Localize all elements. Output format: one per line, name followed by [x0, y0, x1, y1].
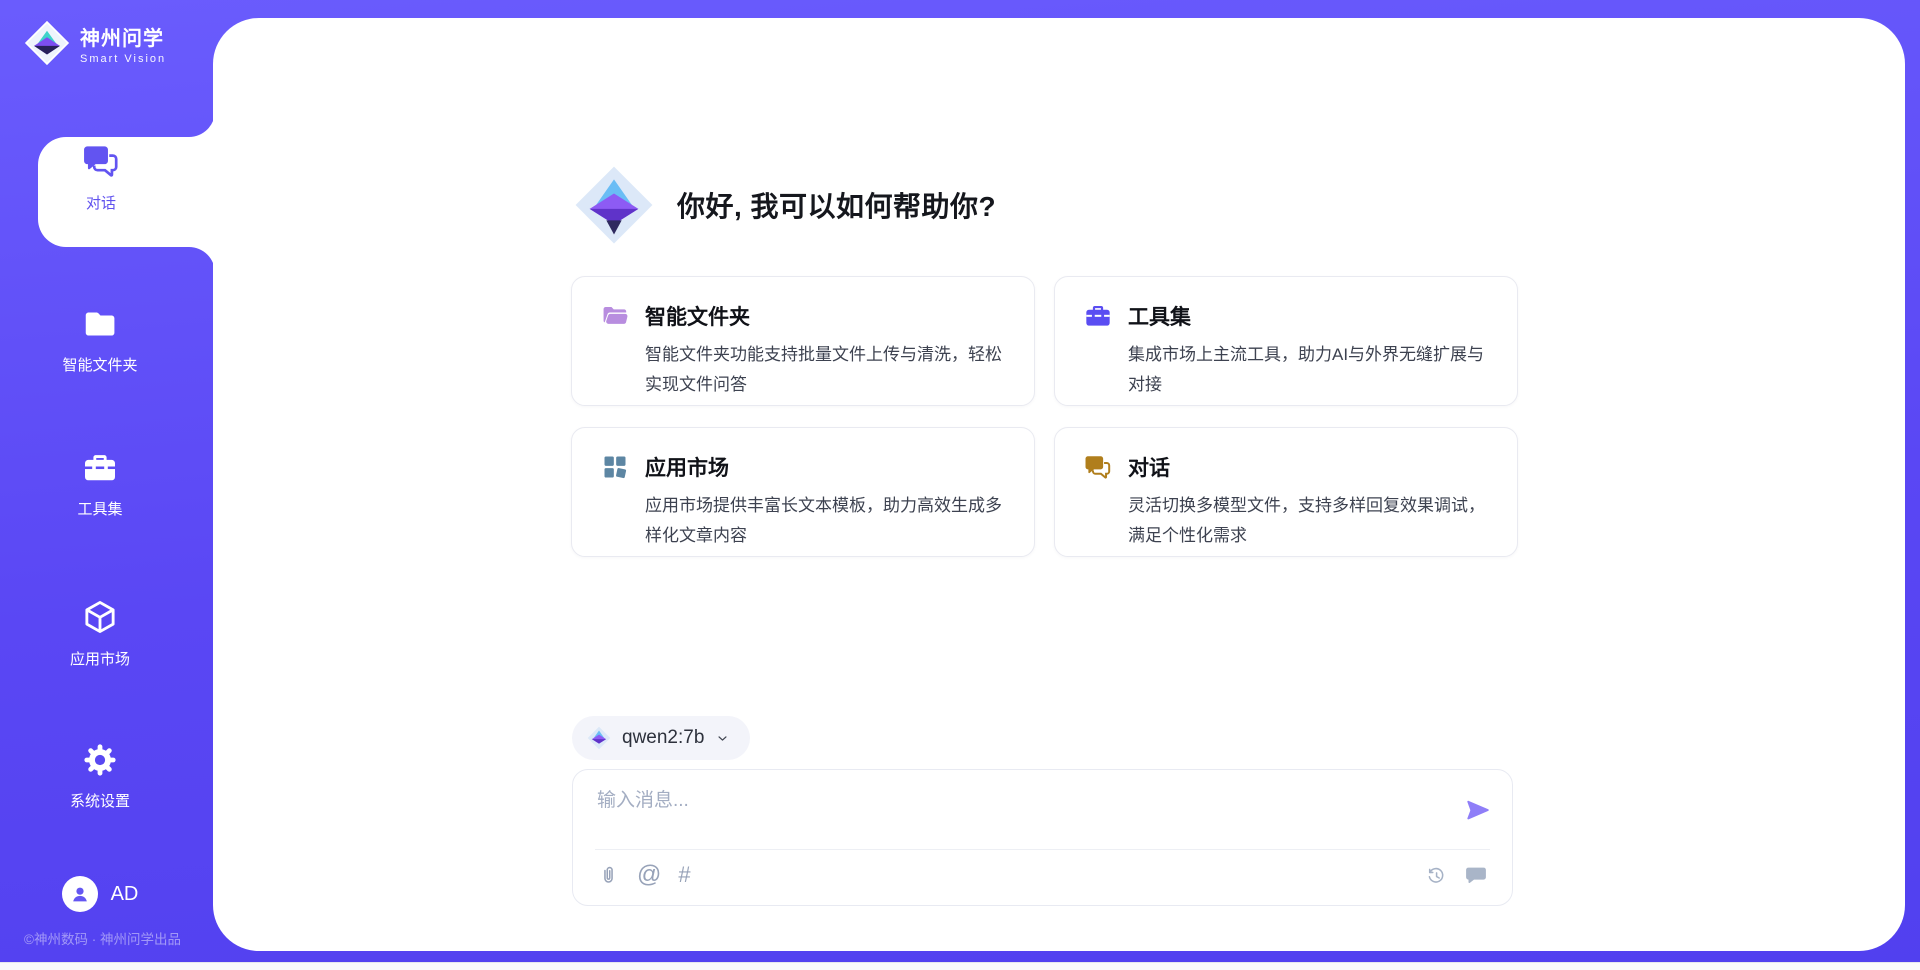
sidebar-item-label: 对话	[36, 192, 166, 213]
attachment-icon[interactable]	[597, 864, 620, 887]
main-content: 你好, 我可以如何帮助你? 智能文件夹 智能文件夹功能支持批量文件上传与清洗，轻…	[213, 18, 1905, 951]
card-title: 工具集	[1128, 301, 1191, 331]
sidebar-item-label: 系统设置	[0, 790, 200, 811]
horizontal-scrollbar[interactable]	[0, 962, 1920, 970]
brand-name: 神州问学	[80, 22, 166, 51]
sidebar-item-chat[interactable]: 对话	[36, 142, 166, 213]
card-description: 智能文件夹功能支持批量文件上传与清洗，轻松实现文件问答	[645, 340, 1008, 400]
card-title: 应用市场	[645, 452, 729, 482]
chat-icon	[1084, 453, 1112, 481]
sidebar-item-label: 应用市场	[0, 648, 200, 669]
chevron-down-icon	[715, 731, 730, 746]
card-description: 灵活切换多模型文件，支持多样回复效果调试，满足个性化需求	[1128, 491, 1491, 551]
card-description: 集成市场上主流工具，助力AI与外界无缝扩展与对接	[1128, 340, 1491, 400]
app-root: 神州问学 Smart Vision 对话 智能文件夹 工具集	[0, 0, 1920, 970]
briefcase-icon	[82, 450, 118, 486]
card-app-market[interactable]: 应用市场 应用市场提供丰富长文本模板，助力高效生成多样化文章内容	[571, 427, 1035, 557]
assistant-diamond-icon	[573, 164, 655, 246]
model-name: qwen2:7b	[622, 727, 704, 749]
hashtag-icon[interactable]: #	[678, 863, 690, 887]
brand-logo: 神州问学 Smart Vision	[24, 20, 166, 66]
card-toolset[interactable]: 工具集 集成市场上主流工具，助力AI与外界无缝扩展与对接	[1054, 276, 1518, 406]
sidebar-item-label: 工具集	[0, 498, 200, 519]
history-icon[interactable]	[1425, 864, 1448, 887]
sidebar-item-app-market[interactable]: 应用市场	[0, 598, 200, 669]
card-title: 智能文件夹	[645, 301, 750, 331]
sidebar-item-toolset[interactable]: 工具集	[0, 450, 200, 519]
mention-icon[interactable]: @	[637, 863, 661, 887]
card-title: 对话	[1128, 452, 1170, 482]
cube-icon	[81, 598, 119, 636]
user-profile[interactable]: AD	[0, 876, 200, 912]
sidebar-item-label: 智能文件夹	[0, 354, 200, 375]
hero: 你好, 我可以如何帮助你?	[573, 164, 996, 246]
user-name: AD	[111, 883, 139, 906]
user-avatar-icon	[68, 882, 92, 906]
send-icon[interactable]	[1464, 796, 1492, 824]
sidebar-item-smart-folder[interactable]: 智能文件夹	[0, 306, 200, 375]
card-smart-folder[interactable]: 智能文件夹 智能文件夹功能支持批量文件上传与清洗，轻松实现文件问答	[571, 276, 1035, 406]
gear-icon	[82, 742, 118, 778]
message-composer: @ #	[572, 769, 1513, 906]
chat-icon	[82, 142, 120, 180]
copyright-text: ©神州数码 · 神州问学出品	[0, 928, 205, 948]
model-diamond-icon	[587, 726, 611, 750]
grid-icon	[601, 453, 629, 481]
feedback-bubble-icon[interactable]	[1464, 863, 1488, 887]
open-folder-icon	[601, 302, 629, 330]
briefcase-icon	[1084, 302, 1112, 330]
folder-icon	[82, 306, 118, 342]
sidebar-item-settings[interactable]: 系统设置	[0, 742, 200, 811]
brand-diamond-icon	[24, 20, 70, 66]
feature-cards: 智能文件夹 智能文件夹功能支持批量文件上传与清洗，轻松实现文件问答 工具集 集成…	[571, 276, 1518, 557]
brand-subtitle: Smart Vision	[80, 53, 166, 65]
composer-divider	[595, 849, 1490, 850]
message-input[interactable]	[597, 786, 1427, 816]
model-selector[interactable]: qwen2:7b	[572, 716, 750, 760]
avatar	[62, 876, 98, 912]
card-description: 应用市场提供丰富长文本模板，助力高效生成多样化文章内容	[645, 491, 1008, 551]
greeting-title: 你好, 我可以如何帮助你?	[677, 185, 996, 225]
card-chat[interactable]: 对话 灵活切换多模型文件，支持多样回复效果调试，满足个性化需求	[1054, 427, 1518, 557]
